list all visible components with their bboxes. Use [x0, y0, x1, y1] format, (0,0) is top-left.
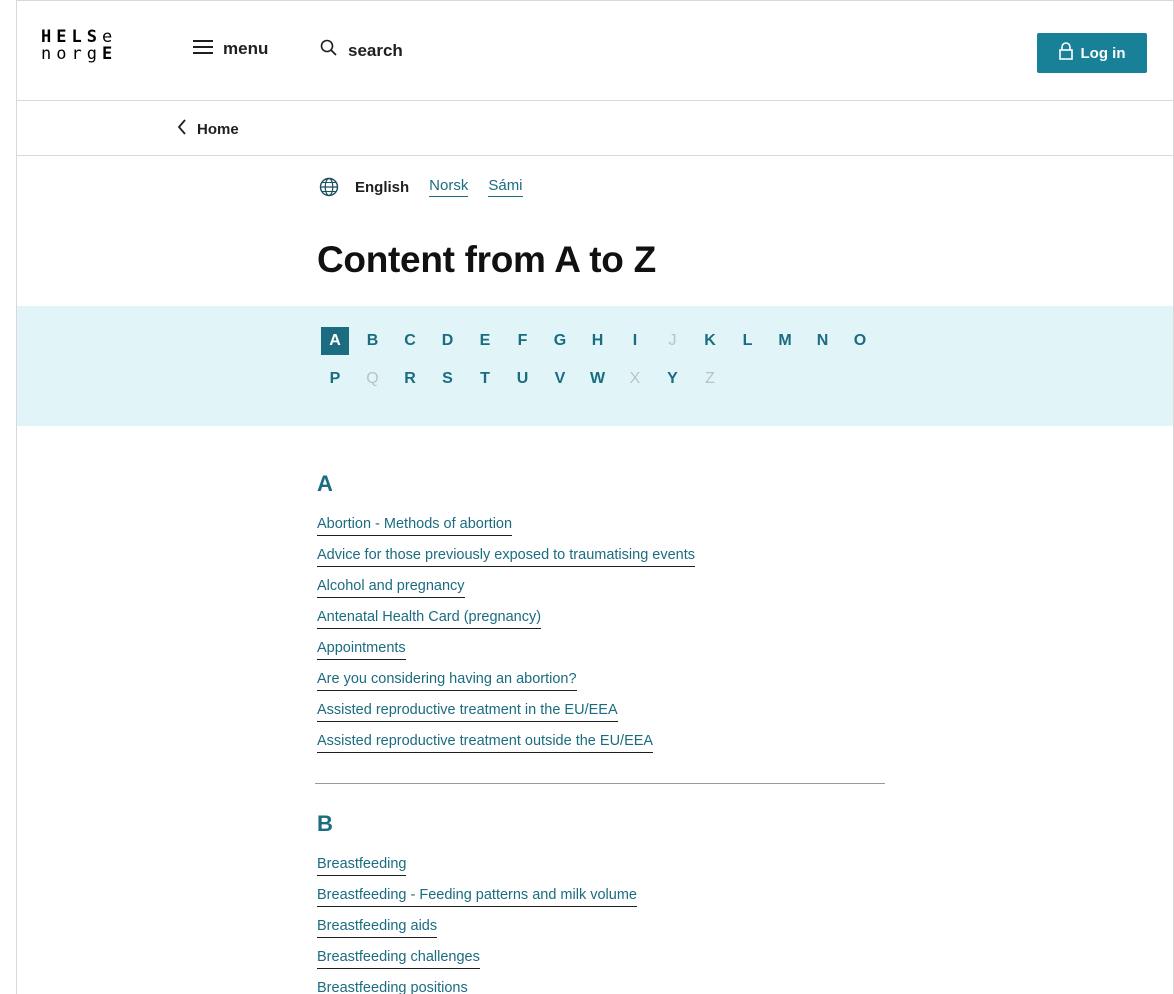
login-button[interactable]: Log in	[1037, 33, 1147, 73]
page-frame: HELSe norgE menu search Log in Home Engl…	[16, 0, 1174, 994]
content-link[interactable]: Breastfeeding challenges	[317, 949, 480, 969]
letter-link-a[interactable]: A	[321, 327, 349, 355]
letter-link-n[interactable]: N	[809, 327, 837, 355]
content-link[interactable]: Breastfeeding	[317, 856, 407, 876]
list-item: Appointments	[317, 639, 887, 661]
letter-link-o[interactable]: O	[846, 327, 874, 355]
search-label: search	[348, 40, 403, 60]
content-link[interactable]: Abortion - Methods of abortion	[317, 516, 513, 536]
content-link[interactable]: Breastfeeding positions	[317, 980, 468, 994]
logo-text-d: E	[101, 44, 118, 64]
site-header: HELSe norgE menu search Log in	[17, 1, 1173, 101]
letter-link-g[interactable]: G	[546, 327, 574, 355]
link-list: Abortion - Methods of abortion Advice for…	[317, 515, 887, 754]
search-button[interactable]: search	[320, 39, 403, 62]
menu-label: menu	[223, 39, 269, 58]
letter-link-m[interactable]: M	[771, 327, 799, 355]
list-item: Breastfeeding positions	[317, 979, 887, 994]
letter-link-v[interactable]: V	[546, 365, 574, 393]
letter-link-p[interactable]: P	[321, 365, 349, 393]
content-link[interactable]: Are you considering having an abortion?	[317, 671, 577, 691]
letter-link-j: J	[668, 332, 677, 349]
breadcrumb: Home	[17, 101, 1173, 156]
home-link[interactable]: Home	[177, 119, 239, 139]
list-item: Are you considering having an abortion?	[317, 670, 887, 692]
letter-link-t[interactable]: T	[471, 365, 499, 393]
section-a: A Abortion - Methods of abortion Advice f…	[317, 471, 887, 763]
content-link[interactable]: Assisted reproductive treatment outside …	[317, 733, 654, 753]
list-item: Abortion - Methods of abortion	[317, 515, 887, 537]
lock-icon	[1058, 42, 1073, 64]
content-link[interactable]: Antenatal Health Card (pregnancy)	[317, 609, 542, 629]
helsenorge-logo[interactable]: HELSe norgE	[41, 29, 117, 63]
letter-link-q: Q	[366, 370, 379, 387]
language-link-sami[interactable]: Sámi	[488, 177, 523, 197]
content-link[interactable]: Breastfeeding - Feeding patterns and mil…	[317, 887, 637, 907]
alphabet-grid: ABCDEFGHI J KLMNO PQRSTUVWX Y Z	[321, 327, 884, 393]
magnifier-icon	[320, 39, 338, 62]
menu-button[interactable]: menu	[193, 39, 268, 59]
link-list: Breastfeeding Breastfeeding - Feeding pat…	[317, 855, 887, 994]
list-item: Breastfeeding - Feeding patterns and mil…	[317, 886, 887, 908]
alphabet-navigation: ABCDEFGHI J KLMNO PQRSTUVWX Y Z	[17, 306, 1173, 426]
logo-text-c: norg	[41, 44, 102, 64]
letter-link-h[interactable]: H	[584, 327, 612, 355]
letter-link-z: Z	[705, 370, 715, 387]
logo-line-2: norgE	[41, 46, 117, 63]
content-link[interactable]: Alcohol and pregnancy	[317, 578, 465, 598]
hamburger-icon	[193, 39, 213, 59]
list-item: Breastfeeding	[317, 855, 887, 877]
letter-link-c[interactable]: C	[396, 327, 424, 355]
language-switcher: English Norsk Sámi	[319, 177, 543, 197]
letter-link-u[interactable]: U	[509, 365, 537, 393]
list-item: Breastfeeding challenges	[317, 948, 887, 970]
language-link-norsk[interactable]: Norsk	[429, 177, 469, 197]
list-item: Assisted reproductive treatment in the E…	[317, 701, 887, 723]
letter-link-e[interactable]: E	[471, 327, 499, 355]
section-divider	[315, 783, 885, 784]
content-link[interactable]: Assisted reproductive treatment in the E…	[317, 702, 618, 722]
list-item: Breastfeeding aids	[317, 917, 887, 939]
content-link[interactable]: Advice for those previously exposed to t…	[317, 547, 696, 567]
page-title: Content from A to Z	[317, 239, 656, 280]
letter-link-l[interactable]: L	[734, 327, 762, 355]
section-heading: A	[317, 471, 333, 496]
letter-link-w[interactable]: W	[584, 365, 612, 393]
login-label: Log in	[1080, 44, 1126, 62]
letter-link-b[interactable]: B	[359, 327, 387, 355]
section-b: B Breastfeeding Breastfeeding - Feeding p…	[317, 811, 887, 994]
section-heading: B	[317, 811, 333, 836]
list-item: Advice for those previously exposed to t…	[317, 546, 887, 568]
letter-link-r[interactable]: R	[396, 365, 424, 393]
list-item: Assisted reproductive treatment outside …	[317, 732, 887, 754]
letter-link-y[interactable]: Y	[659, 365, 687, 393]
content-link[interactable]: Breastfeeding aids	[317, 918, 438, 938]
home-label: Home	[197, 120, 239, 138]
chevron-left-icon	[177, 119, 187, 139]
list-item: Antenatal Health Card (pregnancy)	[317, 608, 887, 630]
current-language: English	[355, 178, 410, 196]
letter-link-x: X	[629, 370, 641, 387]
letter-link-i[interactable]: I	[621, 327, 649, 355]
letter-link-f[interactable]: F	[509, 327, 537, 355]
letter-link-k[interactable]: K	[696, 327, 724, 355]
list-item: Alcohol and pregnancy	[317, 577, 887, 599]
letter-link-d[interactable]: D	[434, 327, 462, 355]
content-link[interactable]: Appointments	[317, 640, 406, 660]
letter-link-s[interactable]: S	[434, 365, 462, 393]
globe-icon	[319, 177, 339, 197]
